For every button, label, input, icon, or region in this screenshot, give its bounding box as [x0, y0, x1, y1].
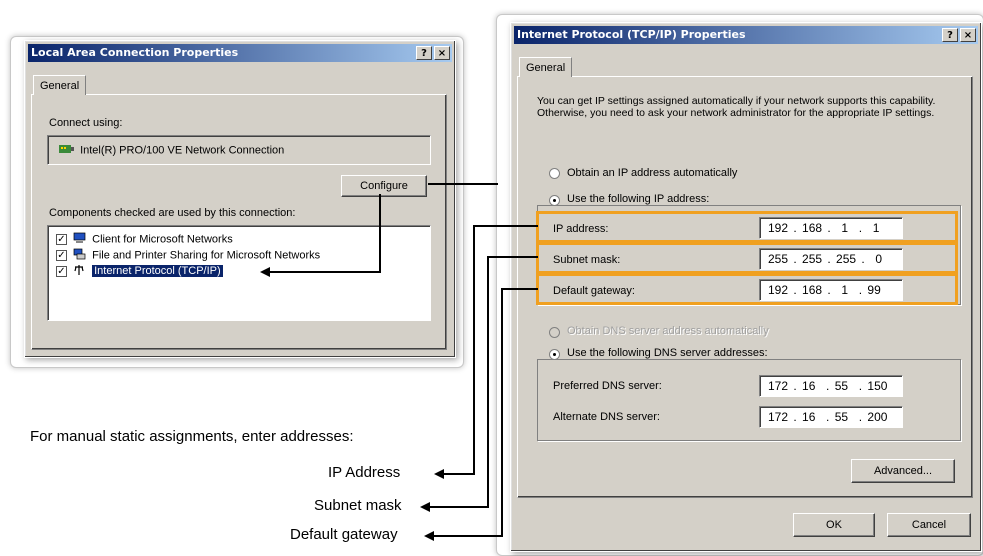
- help-button[interactable]: ?: [942, 28, 958, 42]
- checkbox[interactable]: ✓: [56, 250, 67, 261]
- tab-general[interactable]: General: [33, 75, 87, 95]
- list-item-label: File and Printer Sharing for Microsoft N…: [92, 249, 321, 262]
- close-button[interactable]: ×: [960, 28, 976, 42]
- manual-ip-label: Use the following IP address:: [567, 193, 714, 205]
- auto-ip-label: Obtain an IP address automatically: [567, 167, 738, 179]
- protocol-icon: [73, 264, 86, 279]
- preferred-dns-label: Preferred DNS server:: [553, 380, 662, 392]
- lac-properties-window: Local Area Connection Properties ? × Gen…: [24, 40, 456, 358]
- intro-text: You can get IP settings assigned automat…: [537, 95, 936, 119]
- auto-ip-radio[interactable]: [549, 168, 560, 179]
- list-item[interactable]: ✓ Client for Microsoft Networks: [56, 232, 233, 247]
- preferred-dns-input[interactable]: 172 . 16 . 55 . 150: [759, 375, 903, 397]
- tab-general[interactable]: General: [519, 57, 573, 77]
- auto-dns-radio: [549, 327, 560, 338]
- checkbox[interactable]: ✓: [56, 266, 67, 277]
- auto-dns-label: Obtain DNS server address automatically: [567, 325, 769, 337]
- annotation-subnet-mask: Subnet mask: [314, 497, 402, 514]
- alternate-dns-input[interactable]: 172 . 16 . 55 . 200: [759, 406, 903, 428]
- tcpip-titlebar: Internet Protocol (TCP/IP) Properties ? …: [514, 26, 978, 44]
- subnet-mask-highlight: [536, 242, 958, 274]
- list-item[interactable]: ✓ File and Printer Sharing for Microsoft…: [56, 248, 320, 263]
- tcpip-window-title: Internet Protocol (TCP/IP) Properties: [517, 28, 746, 41]
- ok-button[interactable]: OK: [793, 513, 875, 537]
- list-item-label-selected: Internet Protocol (TCP/IP): [92, 265, 223, 278]
- network-client-icon: [73, 232, 86, 247]
- lac-window-title: Local Area Connection Properties: [31, 46, 239, 59]
- alternate-dns-label: Alternate DNS server:: [553, 411, 660, 423]
- lac-titlebar: Local Area Connection Properties ? ×: [28, 44, 452, 62]
- dns-groupbox: [537, 359, 961, 441]
- network-adapter-icon: [58, 143, 74, 158]
- components-label: Components checked are used by this conn…: [49, 207, 296, 219]
- advanced-button[interactable]: Advanced...: [851, 459, 955, 483]
- configure-button[interactable]: Configure: [341, 175, 427, 197]
- annotation-default-gateway: Default gateway: [290, 526, 398, 543]
- help-button[interactable]: ?: [416, 46, 432, 60]
- adapter-name: Intel(R) PRO/100 VE Network Connection: [80, 144, 285, 157]
- components-list[interactable]: ✓ Client for Microsoft Networks ✓ File a…: [47, 225, 431, 321]
- checkbox[interactable]: ✓: [56, 234, 67, 245]
- printer-sharing-icon: [73, 248, 86, 263]
- annotation-caption: For manual static assignments, enter add…: [30, 428, 354, 445]
- close-button[interactable]: ×: [434, 46, 450, 60]
- default-gateway-highlight: [536, 273, 958, 305]
- adapter-field: Intel(R) PRO/100 VE Network Connection: [47, 135, 431, 165]
- manual-ip-radio[interactable]: [549, 195, 560, 206]
- annotation-ip-address: IP Address: [328, 464, 401, 481]
- manual-dns-radio[interactable]: [549, 349, 560, 360]
- ip-address-highlight: [536, 211, 958, 243]
- manual-dns-label: Use the following DNS server addresses:: [567, 347, 772, 359]
- connect-using-label: Connect using:: [49, 117, 123, 129]
- cancel-button[interactable]: Cancel: [887, 513, 971, 537]
- list-item-label: Client for Microsoft Networks: [92, 233, 233, 246]
- list-item[interactable]: ✓ Internet Protocol (TCP/IP): [56, 264, 223, 279]
